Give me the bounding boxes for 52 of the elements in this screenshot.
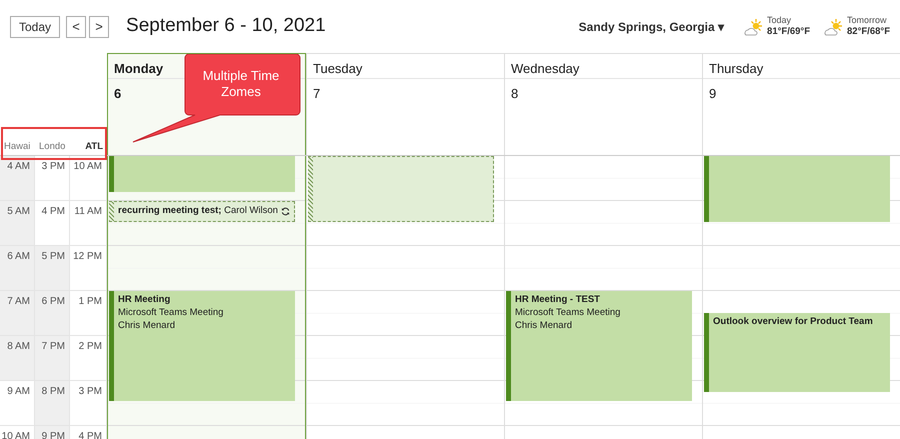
- event-title: recurring meeting test; Carol Wilson: [118, 204, 278, 217]
- calendar-event[interactable]: [704, 156, 890, 222]
- time-label: 4 AM: [0, 156, 35, 201]
- day-date: 7: [313, 86, 320, 101]
- day-name: Tuesday: [313, 61, 362, 76]
- day-name: Thursday: [709, 61, 764, 76]
- event-title: HR Meeting - TEST: [515, 293, 601, 306]
- day-name: Wednesday: [511, 61, 580, 76]
- day-header[interactable]: Tuesday 7: [306, 53, 504, 155]
- day-name: Monday: [114, 61, 164, 76]
- calendar-event[interactable]: [308, 156, 494, 222]
- time-label: 3 PM: [35, 156, 70, 201]
- event-title: HR Meeting: [118, 293, 172, 306]
- time-label: 6 PM: [35, 291, 70, 336]
- time-label: 6 AM: [0, 246, 35, 291]
- weather-temps: 82°F/68°F: [847, 26, 890, 38]
- time-label: 8 PM: [35, 381, 70, 426]
- next-button[interactable]: >: [89, 16, 110, 38]
- event-title: Outlook overview for Product Team: [713, 315, 874, 328]
- time-label: 7 AM: [0, 291, 35, 336]
- weather-icon: [742, 18, 764, 36]
- event-detail: Microsoft Teams Meeting: [515, 306, 622, 319]
- day-header[interactable]: Wednesday 8: [504, 53, 702, 155]
- today-button[interactable]: Today: [10, 16, 60, 38]
- event-detail: Microsoft Teams Meeting: [118, 306, 224, 319]
- weather-temps: 81°F/69°F: [767, 26, 810, 38]
- time-label: 9 PM: [35, 426, 70, 439]
- day-date: 6: [114, 86, 122, 101]
- calendar-event[interactable]: recurring meeting test; Carol Wilson: [109, 201, 295, 222]
- weather-day: Today: [767, 15, 810, 26]
- time-label: 5 PM: [35, 246, 70, 291]
- time-label: 5 AM: [0, 201, 35, 246]
- callout-text: Multiple Time Zomes: [202, 68, 280, 100]
- day-header[interactable]: Thursday 9: [702, 53, 900, 155]
- time-zone-label: Hawai: [3, 140, 32, 154]
- time-label: 8 AM: [0, 336, 35, 381]
- calendar-event[interactable]: HR Meeting - TEST Microsoft Teams Meeting Chris Menard: [506, 291, 692, 401]
- calendar-event[interactable]: Outlook overview for Product Team: [704, 313, 890, 392]
- event-detail: Chris Menard: [118, 319, 176, 332]
- event-detail: Chris Menard: [515, 319, 574, 332]
- weather-icon: [822, 18, 844, 36]
- date-range-title: September 6 - 10, 2021: [126, 14, 326, 38]
- time-zone-label: ATL: [84, 140, 104, 154]
- day-date: 9: [709, 86, 716, 101]
- time-zone-label: Londo: [38, 140, 66, 154]
- weather-day: Tomorrow: [847, 15, 890, 26]
- calendar-event[interactable]: HR Meeting Microsoft Teams Meeting Chris Menard: [109, 291, 295, 401]
- time-label: 7 PM: [35, 336, 70, 381]
- calendar-event[interactable]: [109, 156, 295, 192]
- location-dropdown[interactable]: Sandy Springs, Georgia ▾: [578, 18, 724, 36]
- previous-button[interactable]: <: [66, 16, 86, 38]
- day-date: 8: [511, 86, 518, 101]
